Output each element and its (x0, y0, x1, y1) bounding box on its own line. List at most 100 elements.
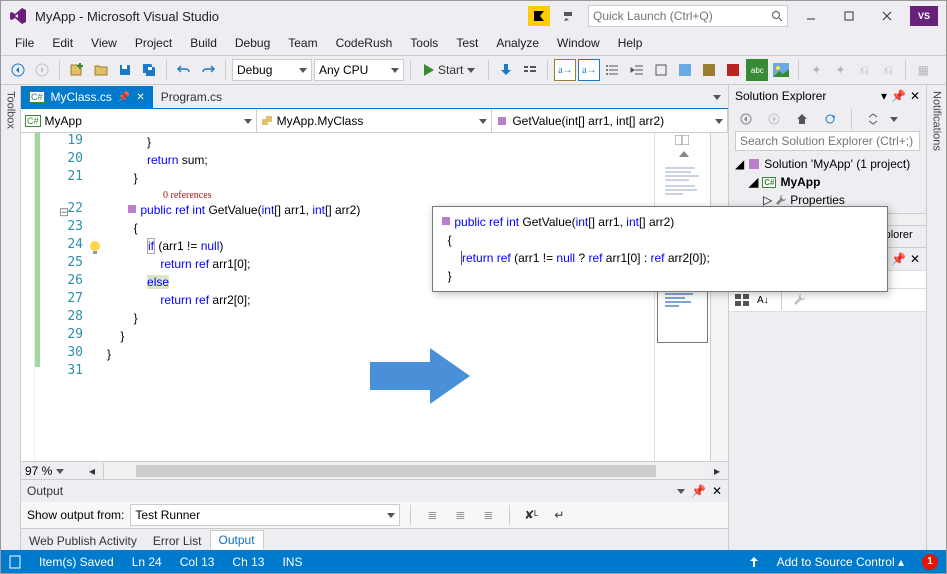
menu-project[interactable]: Project (127, 34, 180, 52)
tab-error-list[interactable]: Error List (145, 532, 210, 550)
output-source-combo[interactable]: Test Runner (130, 504, 400, 526)
menu-view[interactable]: View (83, 34, 125, 52)
bookmark-icon[interactable] (650, 59, 672, 81)
save-all-button[interactable] (138, 59, 160, 81)
menu-build[interactable]: Build (182, 34, 225, 52)
code-editor[interactable]: 19202122232425262728293031 ⊟ } return su… (21, 133, 728, 461)
pin-icon[interactable]: 📌 (891, 252, 906, 266)
menu-file[interactable]: File (7, 34, 42, 52)
feedback-flag-icon[interactable] (528, 6, 550, 26)
menu-analyze[interactable]: Analyze (488, 34, 547, 52)
tab-output[interactable]: Output (210, 530, 264, 550)
quick-launch-input[interactable] (593, 9, 767, 23)
horizontal-scrollbar[interactable] (103, 463, 706, 479)
notification-badge[interactable]: 1 (922, 554, 938, 570)
maximize-button[interactable] (834, 5, 864, 27)
open-file-button[interactable] (90, 59, 112, 81)
vertical-scrollbar[interactable] (710, 133, 728, 461)
expand-icon[interactable]: ◢ (749, 175, 758, 189)
wrap-icon[interactable]: ↵ (548, 504, 570, 526)
step-into-icon[interactable] (495, 59, 517, 81)
codelens[interactable]: 0 references (107, 187, 654, 201)
save-button[interactable] (114, 59, 136, 81)
categorized-icon[interactable] (735, 294, 749, 306)
indent-icon[interactable] (626, 59, 648, 81)
splitter[interactable] (21, 133, 35, 461)
close-icon[interactable]: ✕ (910, 89, 920, 103)
menu-debug[interactable]: Debug (227, 34, 278, 52)
menu-window[interactable]: Window (549, 34, 608, 52)
source-control-button[interactable]: Add to Source Control ▴ (777, 555, 904, 569)
minimap-viewport[interactable] (657, 283, 708, 343)
project-node[interactable]: ◢ C# MyApp (735, 173, 920, 191)
tab-program[interactable]: Program.cs (153, 86, 230, 108)
code-body[interactable]: } return sum; } 0 references public ref … (107, 133, 654, 461)
solution-tree[interactable]: ◢ Solution 'MyApp' (1 project) ◢ C# MyAp… (729, 151, 926, 213)
toolbox-1-icon[interactable] (674, 59, 696, 81)
nav-scope[interactable]: C# MyApp (21, 109, 257, 132)
platform-combo[interactable]: Any CPU (314, 59, 404, 81)
menu-test[interactable]: Test (448, 34, 486, 52)
menu-tools[interactable]: Tools (402, 34, 446, 52)
comment-icon[interactable] (519, 59, 541, 81)
pin-icon[interactable]: 📌 (118, 92, 130, 103)
se-overflow-icon[interactable] (890, 115, 898, 123)
fold-minus-icon[interactable]: ⊟ (59, 205, 69, 219)
pin-icon[interactable]: 📌 (891, 89, 906, 103)
se-back-icon[interactable] (735, 108, 757, 130)
toolbox-abc-icon[interactable]: abc (746, 59, 768, 81)
new-project-button[interactable] (66, 59, 88, 81)
tab-overflow-button[interactable] (706, 86, 728, 108)
split-icon[interactable] (675, 135, 689, 145)
scroll-thumb[interactable] (136, 465, 656, 477)
solution-node[interactable]: ◢ Solution 'MyApp' (1 project) (735, 155, 920, 173)
toolbox-img-icon[interactable] (770, 59, 792, 81)
toolbox-tab[interactable]: Toolbox (3, 85, 19, 135)
nav-back-button[interactable] (7, 59, 29, 81)
tab-myclass[interactable]: C# MyClass.cs 📌 ✕ (21, 86, 153, 108)
toolbox-3-icon[interactable] (722, 59, 744, 81)
publish-up-icon[interactable] (749, 557, 759, 567)
panel-menu-icon[interactable]: ▾ (881, 89, 887, 103)
close-icon[interactable]: ✕ (712, 484, 722, 498)
pin-icon[interactable]: 📌 (691, 484, 706, 498)
close-icon[interactable]: ✕ (910, 252, 920, 266)
quick-launch[interactable] (588, 5, 788, 27)
menu-edit[interactable]: Edit (44, 34, 81, 52)
toolbox-2-icon[interactable] (698, 59, 720, 81)
panel-menu-icon[interactable] (677, 487, 685, 495)
menu-team[interactable]: Team (280, 34, 325, 52)
minimap[interactable] (654, 133, 710, 461)
redo-button[interactable] (197, 59, 219, 81)
clear-icon[interactable]: ✘ᴸ (520, 504, 542, 526)
feedback-arrow-icon[interactable] (558, 6, 580, 26)
wrench-icon[interactable] (794, 294, 806, 306)
expand-icon[interactable]: ▷ (763, 193, 772, 207)
nav-member[interactable]: GetValue(int[] arr1, int[] arr2) (492, 109, 728, 132)
se-home-icon[interactable] (791, 108, 813, 130)
se-search-input[interactable] (735, 131, 920, 151)
menu-coderush[interactable]: CodeRush (328, 34, 401, 52)
close-button[interactable] (872, 5, 902, 27)
out-tb-1-icon[interactable]: ≣ (421, 504, 443, 526)
start-debug-button[interactable]: Start (417, 62, 482, 78)
se-fwd-icon[interactable] (763, 108, 785, 130)
menu-help[interactable]: Help (610, 34, 651, 52)
marker-a-icon[interactable]: a→ (554, 59, 576, 81)
collapse-up-icon[interactable] (679, 149, 689, 157)
minimize-button[interactable] (796, 5, 826, 27)
close-icon[interactable]: ✕ (136, 92, 144, 103)
zoom-combo[interactable]: 97 % (21, 464, 81, 478)
out-tb-2-icon[interactable]: ≣ (449, 504, 471, 526)
tab-web-publish[interactable]: Web Publish Activity (21, 532, 145, 550)
alphabetical-icon[interactable]: A↓ (757, 295, 769, 306)
se-sync-icon[interactable] (862, 108, 884, 130)
notifications-tab[interactable]: Notifications (929, 85, 945, 157)
undo-button[interactable] (173, 59, 195, 81)
config-combo[interactable]: Debug (232, 59, 312, 81)
nav-class[interactable]: MyApp.MyClass (257, 109, 493, 132)
nav-fwd-button[interactable] (31, 59, 53, 81)
lightbulb-icon[interactable] (89, 241, 101, 255)
list-icon[interactable] (602, 59, 624, 81)
marker-b-icon[interactable]: a→ (578, 59, 600, 81)
